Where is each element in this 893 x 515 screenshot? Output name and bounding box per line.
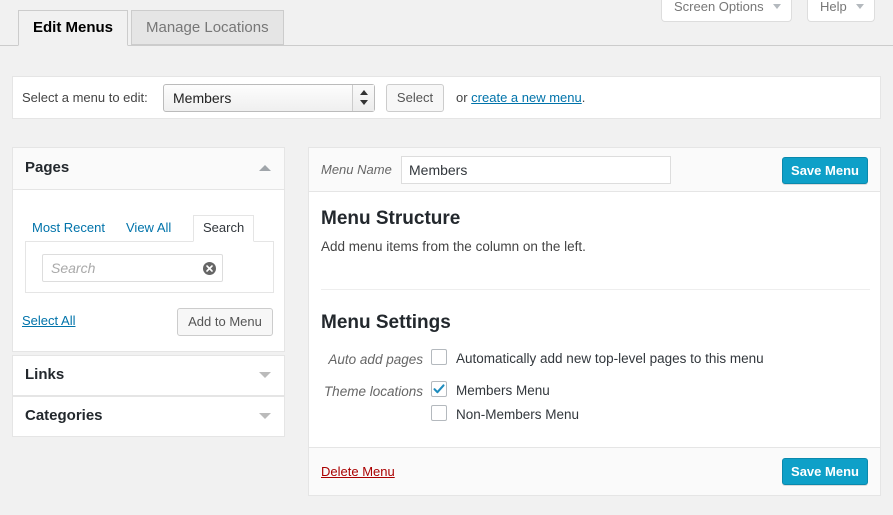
categories-panel-title: Categories (25, 407, 103, 424)
tab-edit-menus[interactable]: Edit Menus (18, 10, 129, 46)
select-button-label: Select (396, 90, 434, 105)
pages-search-tab-body: Search (25, 241, 274, 293)
select-all-link[interactable]: Select All (22, 313, 75, 328)
theme-location-members-menu-label: Members Menu (456, 383, 550, 398)
tab-manage-locations-label: Manage Locations (146, 19, 269, 36)
chevron-down-icon (856, 4, 865, 10)
select-menu-label: Select a menu to edit: (22, 90, 148, 105)
menu-structure-description: Add menu items from the column on the le… (321, 239, 586, 254)
links-panel-title: Links (25, 366, 65, 383)
chevron-down-icon[interactable] (259, 413, 271, 419)
add-to-menu-label: Add to Menu (188, 314, 262, 329)
pages-panel-title: Pages (25, 159, 70, 176)
pages-panel-header[interactable]: Pages (13, 148, 284, 190)
menu-editor-footer: Delete Menu Save Menu (309, 447, 880, 495)
theme-location-members-menu-checkbox[interactable] (431, 381, 447, 397)
auto-add-pages-option-label: Automatically add new top-level pages to… (456, 351, 764, 366)
create-new-menu-link[interactable]: create a new menu (471, 90, 582, 105)
add-to-menu-button[interactable]: Add to Menu (177, 308, 273, 336)
auto-add-pages-checkbox[interactable] (431, 349, 447, 365)
menu-select-bar: Select a menu to edit: Members Select or… (12, 76, 881, 119)
pages-panel-tabs: Most Recent View All Search (25, 215, 274, 242)
menu-select-value: Members (173, 90, 232, 106)
clear-search-icon[interactable] (203, 262, 216, 275)
menu-name-label: Menu Name (321, 162, 392, 177)
pages-search-input[interactable]: Search (42, 254, 223, 282)
menu-name-value: Members (409, 162, 468, 178)
chevron-up-icon[interactable] (259, 165, 271, 171)
categories-panel: Categories (12, 396, 285, 437)
pages-tab-most-recent[interactable]: Most Recent (32, 216, 105, 240)
categories-panel-header[interactable]: Categories (13, 397, 284, 436)
theme-location-non-members-menu-label: Non-Members Menu (456, 407, 580, 422)
menu-editor-panel: Menu Name Members Save Menu Menu Structu… (308, 147, 881, 496)
create-new-menu-text: or create a new menu. (456, 90, 585, 105)
links-panel-header[interactable]: Links (13, 356, 284, 395)
select-button[interactable]: Select (386, 84, 444, 112)
pages-search-placeholder: Search (51, 260, 96, 276)
theme-locations-label: Theme locations (323, 384, 423, 399)
tab-manage-locations[interactable]: Manage Locations (131, 10, 284, 45)
chevron-down-icon[interactable] (259, 372, 271, 378)
save-menu-button-bottom[interactable]: Save Menu (782, 458, 868, 485)
or-prefix: or (456, 90, 472, 105)
save-menu-bottom-label: Save Menu (791, 464, 859, 479)
save-menu-top-label: Save Menu (791, 163, 859, 178)
menu-select-dropdown[interactable]: Members (163, 84, 375, 112)
theme-location-non-members-menu-checkbox[interactable] (431, 405, 447, 421)
menu-structure-title: Menu Structure (321, 208, 461, 229)
or-suffix: . (581, 90, 586, 105)
menu-settings-title: Menu Settings (321, 312, 451, 333)
links-panel: Links (12, 355, 285, 396)
auto-add-pages-label: Auto add pages (328, 352, 423, 367)
pages-tab-search[interactable]: Search (193, 215, 255, 242)
pages-tab-view-all[interactable]: View All (126, 216, 171, 240)
save-menu-button-top[interactable]: Save Menu (782, 157, 868, 184)
delete-menu-link[interactable]: Delete Menu (321, 464, 395, 479)
tab-edit-menus-label: Edit Menus (33, 19, 114, 36)
chevron-down-icon (773, 4, 782, 10)
nav-tab-bar: Edit Menus Manage Locations (0, 10, 893, 46)
menu-name-bar: Menu Name Members Save Menu (309, 148, 880, 192)
menu-name-input[interactable]: Members (401, 156, 671, 184)
section-divider (321, 289, 870, 290)
select-stepper-icon (352, 85, 374, 111)
